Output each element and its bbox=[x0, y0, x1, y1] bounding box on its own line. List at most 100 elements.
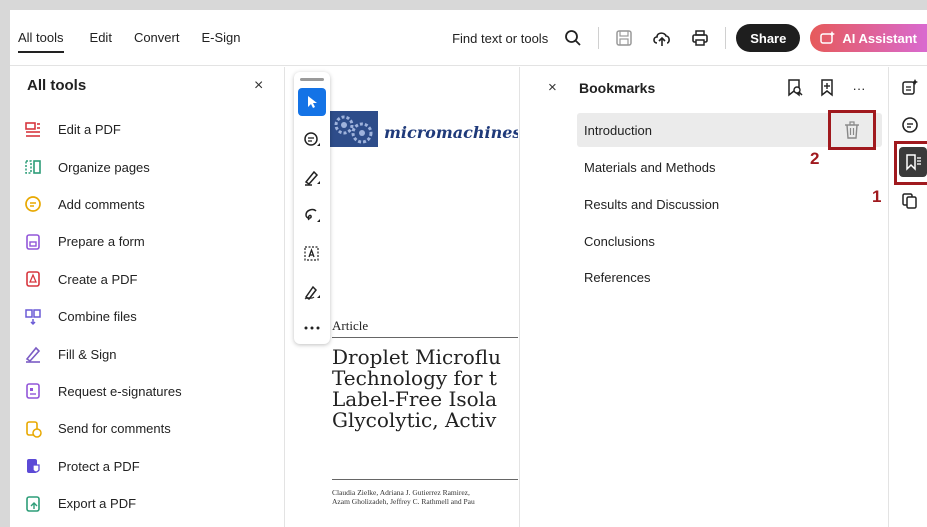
print-icon[interactable] bbox=[687, 25, 713, 51]
journal-logo bbox=[330, 111, 378, 147]
send-comments-icon bbox=[22, 418, 44, 440]
freehand-draw-icon bbox=[305, 208, 320, 222]
ai-summary-icon[interactable] bbox=[898, 75, 922, 99]
divider bbox=[332, 337, 518, 338]
panel-title: Bookmarks bbox=[579, 80, 656, 96]
tool-label: Protect a PDF bbox=[58, 458, 140, 474]
comment-icon bbox=[22, 193, 44, 215]
tool-protect-pdf[interactable]: Protect a PDF bbox=[22, 448, 182, 485]
tool-edit-pdf[interactable]: Edit a PDF bbox=[22, 111, 182, 148]
tab-all-tools[interactable]: All tools bbox=[18, 30, 64, 53]
close-icon[interactable]: × bbox=[254, 77, 263, 95]
all-tools-panel: All tools × Edit a PDF Organize pages Ad… bbox=[10, 67, 285, 527]
window-left-edge bbox=[0, 10, 10, 527]
article-type: Article bbox=[332, 318, 369, 333]
fill-sign-icon bbox=[22, 343, 44, 365]
bookmarks-rail-button[interactable] bbox=[899, 147, 927, 177]
page-thumbnails-icon[interactable] bbox=[898, 189, 922, 213]
toolbar-divider bbox=[598, 27, 600, 49]
tool-label: Fill & Sign bbox=[58, 346, 117, 362]
comment-tool-button[interactable] bbox=[298, 126, 326, 154]
tool-combine-files[interactable]: Combine files bbox=[22, 298, 182, 335]
search-bookmark-icon[interactable] bbox=[784, 77, 806, 99]
trash-icon bbox=[845, 121, 859, 139]
export-pdf-icon bbox=[22, 493, 44, 515]
add-bookmark-icon[interactable] bbox=[816, 77, 838, 99]
tool-label: Request e-signatures bbox=[58, 383, 182, 399]
divider bbox=[332, 479, 518, 480]
comments-icon[interactable] bbox=[898, 113, 922, 137]
bookmark-item[interactable]: Conclusions bbox=[577, 223, 882, 260]
more-options-icon[interactable]: ··· bbox=[848, 77, 870, 99]
menu-bar: All tools Edit Convert E-Sign Find text … bbox=[10, 10, 927, 66]
cursor-icon bbox=[308, 96, 317, 108]
tool-label: Send for comments bbox=[58, 421, 171, 437]
title-line: Technology for t bbox=[332, 366, 497, 390]
article-authors: Claudia Zielke, Adriana J. Gutierrez Ram… bbox=[332, 488, 518, 506]
share-button[interactable]: Share bbox=[736, 24, 801, 52]
author-line: Azam Gholizadeh, Jeffrey C. Rathmell and… bbox=[332, 497, 475, 506]
ai-sparkle-icon bbox=[820, 31, 836, 44]
find-text-label[interactable]: Find text or tools bbox=[452, 31, 548, 46]
drag-handle[interactable] bbox=[300, 78, 324, 81]
search-icon[interactable] bbox=[560, 25, 586, 51]
organize-pages-icon bbox=[22, 156, 44, 178]
request-signature-icon bbox=[22, 380, 44, 402]
tab-edit[interactable]: Edit bbox=[90, 30, 112, 45]
delete-bookmark-button[interactable] bbox=[828, 110, 876, 150]
article-title: Droplet Microflu Technology for t Label-… bbox=[332, 347, 518, 431]
right-rail bbox=[890, 67, 927, 527]
tool-label: Organize pages bbox=[58, 159, 150, 175]
sign-tool-button[interactable] bbox=[298, 278, 326, 306]
title-line: Droplet Microflu bbox=[332, 345, 501, 369]
draw-tool-button[interactable] bbox=[298, 202, 326, 230]
tool-add-comments[interactable]: Add comments bbox=[22, 186, 182, 223]
tool-send-comments[interactable]: Send for comments bbox=[22, 410, 182, 447]
tool-organize-pages[interactable]: Organize pages bbox=[22, 148, 182, 185]
tool-list: Edit a PDF Organize pages Add comments P… bbox=[22, 111, 182, 522]
tool-label: Export a PDF bbox=[58, 496, 137, 512]
panel-title: All tools bbox=[27, 77, 87, 94]
quick-tools-toolbar bbox=[294, 72, 330, 344]
tool-label: Prepare a form bbox=[58, 234, 145, 250]
author-line: Claudia Zielke, Adriana J. Gutierrez Ram… bbox=[332, 488, 470, 497]
tool-create-pdf[interactable]: Create a PDF bbox=[22, 261, 182, 298]
combine-files-icon bbox=[22, 306, 44, 328]
title-line: Label-Free Isola bbox=[332, 387, 497, 411]
select-tool-button[interactable] bbox=[298, 88, 326, 116]
tab-e-sign[interactable]: E-Sign bbox=[201, 30, 240, 45]
protect-pdf-icon bbox=[22, 455, 44, 477]
tool-label: Create a PDF bbox=[58, 271, 138, 287]
edit-pdf-icon bbox=[22, 119, 44, 141]
tab-convert[interactable]: Convert bbox=[134, 30, 180, 45]
highlight-tool-button[interactable] bbox=[298, 164, 326, 192]
toolbar-right: Find text or tools Share AI Assistant bbox=[452, 10, 927, 66]
tool-fill-sign[interactable]: Fill & Sign bbox=[22, 335, 182, 372]
ellipsis-icon bbox=[304, 326, 320, 330]
window-top-bar bbox=[0, 0, 927, 10]
create-pdf-icon bbox=[22, 268, 44, 290]
cloud-upload-icon[interactable] bbox=[649, 25, 675, 51]
tool-label: Add comments bbox=[58, 196, 145, 212]
callout-number: 2 bbox=[810, 149, 820, 168]
tool-label: Edit a PDF bbox=[58, 122, 121, 138]
signature-pen-icon bbox=[304, 285, 320, 301]
tool-prepare-form[interactable]: Prepare a form bbox=[22, 223, 182, 260]
highlighter-icon bbox=[304, 170, 320, 186]
comment-icon bbox=[304, 132, 320, 146]
more-tools-button[interactable] bbox=[298, 314, 326, 342]
bookmark-item[interactable]: Materials and Methods bbox=[577, 150, 882, 187]
close-icon[interactable]: × bbox=[548, 79, 557, 96]
ai-assistant-button[interactable]: AI Assistant bbox=[810, 24, 927, 52]
form-icon bbox=[22, 231, 44, 253]
journal-name: micromachines bbox=[384, 123, 518, 142]
callout-number: 1 bbox=[872, 187, 882, 206]
toolbar-divider bbox=[725, 27, 727, 49]
tool-export-pdf[interactable]: Export a PDF bbox=[22, 485, 182, 522]
bookmark-item[interactable]: Results and Discussion bbox=[577, 186, 882, 223]
bookmark-item[interactable]: References bbox=[577, 259, 882, 296]
tool-request-signatures[interactable]: Request e-signatures bbox=[22, 373, 182, 410]
save-icon[interactable] bbox=[611, 25, 637, 51]
text-box-tool-button[interactable] bbox=[298, 240, 326, 268]
text-box-icon bbox=[304, 246, 319, 261]
